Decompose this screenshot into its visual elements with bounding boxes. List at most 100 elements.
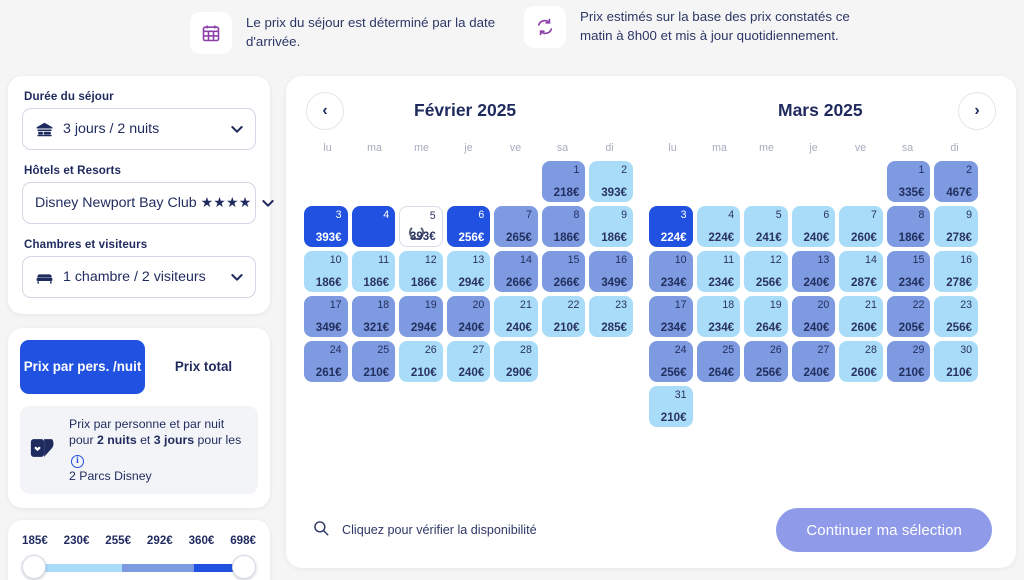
- day-cell-9[interactable]: 9 186€: [589, 206, 633, 247]
- day-cell-25[interactable]: 25 210€: [351, 341, 396, 382]
- day-cell-15[interactable]: 15 234€: [886, 251, 931, 292]
- day-cell-18[interactable]: 18 234€: [696, 296, 741, 337]
- day-cell-22[interactable]: 22 205€: [886, 296, 931, 337]
- duration-value: 3 jours / 2 nuits: [63, 121, 160, 137]
- day-cell-2[interactable]: 2 393€: [589, 161, 633, 202]
- day-price: 186€: [315, 276, 342, 289]
- day-cell-14[interactable]: 14 287€: [839, 251, 883, 292]
- day-cell-31[interactable]: 31 210€: [649, 386, 693, 427]
- price-tick-5: 698€: [230, 534, 256, 548]
- day-price: 240€: [458, 366, 485, 379]
- day-price: 294€: [458, 276, 485, 289]
- day-cell-17[interactable]: 17 234€: [649, 296, 693, 337]
- day-cell-24[interactable]: 24 261€: [304, 341, 348, 382]
- day-cell-6[interactable]: 6 240€: [791, 206, 836, 247]
- day-number: 14: [865, 254, 877, 266]
- day-cell-4[interactable]: 4: [351, 206, 396, 247]
- check-availability-text: Cliquez pour vérifier la disponibilité: [342, 523, 537, 537]
- day-cell-24[interactable]: 24 256€: [649, 341, 693, 382]
- day-cell-20[interactable]: 20 240€: [446, 296, 491, 337]
- day-cell-7[interactable]: 7 260€: [839, 206, 883, 247]
- day-cell-23[interactable]: 23 285€: [589, 296, 633, 337]
- day-cell-2[interactable]: 2 467€: [934, 161, 978, 202]
- day-cell-21[interactable]: 21 240€: [494, 296, 538, 337]
- day-cell-27[interactable]: 27 240€: [446, 341, 491, 382]
- price-range-max-handle[interactable]: [232, 555, 256, 580]
- day-cell-5[interactable]: 5 241€: [744, 206, 788, 247]
- info-icon[interactable]: i: [71, 454, 84, 468]
- month-title-february: Février 2025: [414, 100, 517, 120]
- day-cell-1[interactable]: 1 335€: [886, 161, 931, 202]
- day-cell-11[interactable]: 11 234€: [696, 251, 741, 292]
- day-cell-30[interactable]: 30 210€: [934, 341, 978, 382]
- day-cell-16[interactable]: 16 278€: [934, 251, 978, 292]
- day-price: 256€: [946, 321, 972, 334]
- day-cell-12[interactable]: 12 256€: [744, 251, 788, 292]
- day-price: 186€: [601, 231, 627, 244]
- day-number: 2: [966, 164, 972, 176]
- day-cell-23[interactable]: 23 256€: [934, 296, 978, 337]
- day-cell-27[interactable]: 27 240€: [791, 341, 836, 382]
- day-cell-11[interactable]: 11 186€: [351, 251, 396, 292]
- day-cell-7[interactable]: 7 265€: [494, 206, 538, 247]
- day-cell-19[interactable]: 19 264€: [744, 296, 788, 337]
- day-cell-12[interactable]: 12 186€: [399, 251, 443, 292]
- day-cell-9[interactable]: 9 278€: [934, 206, 978, 247]
- day-cell-8[interactable]: 8 186€: [541, 206, 586, 247]
- day-cell-26[interactable]: 26 210€: [399, 341, 443, 382]
- day-number: 27: [472, 344, 485, 356]
- day-cell-28[interactable]: 28 260€: [839, 341, 883, 382]
- price-range-slider[interactable]: [20, 555, 258, 580]
- day-cell-29[interactable]: 29 210€: [886, 341, 931, 382]
- day-number: 17: [329, 299, 342, 311]
- day-cell-5[interactable]: 5 393€: [399, 206, 443, 247]
- day-number: 25: [377, 344, 390, 356]
- day-cell-empty: [447, 161, 491, 202]
- day-cell-20[interactable]: 20 240€: [791, 296, 836, 337]
- day-price: 210€: [410, 366, 437, 379]
- day-cell-13[interactable]: 13 240€: [791, 251, 836, 292]
- calendar-icon: [190, 12, 232, 54]
- day-cell-10[interactable]: 10 234€: [649, 251, 693, 292]
- day-cell-19[interactable]: 19 294€: [399, 296, 443, 337]
- price-tick-2: 255€: [105, 534, 132, 548]
- day-cell-14[interactable]: 14 266€: [494, 251, 538, 292]
- tab-price-total[interactable]: Prix total: [149, 340, 258, 394]
- next-month-button[interactable]: ›: [958, 92, 996, 130]
- day-cell-17[interactable]: 17 349€: [304, 296, 348, 337]
- day-cell-10[interactable]: 10 186€: [304, 251, 348, 292]
- day-price: 290€: [506, 366, 532, 379]
- hotel-select[interactable]: Disney Newport Bay Club ★★★★: [22, 182, 275, 224]
- weekday-sa: sa: [901, 142, 914, 154]
- rooms-select[interactable]: 1 chambre / 2 visiteurs: [22, 256, 256, 298]
- day-cell-4[interactable]: 4 224€: [696, 206, 741, 247]
- day-cell-15[interactable]: 15 266€: [541, 251, 586, 292]
- duration-select[interactable]: 3 jours / 2 nuits: [22, 108, 256, 150]
- day-cell-25[interactable]: 25 264€: [696, 341, 741, 382]
- day-cell-3[interactable]: 3 393€: [304, 206, 348, 247]
- previous-month-button[interactable]: ‹: [306, 92, 344, 130]
- day-number: 25: [722, 344, 735, 356]
- day-cell-1[interactable]: 1 218€: [541, 161, 586, 202]
- check-availability-link[interactable]: Cliquez pour vérifier la disponibilité: [312, 519, 537, 542]
- continue-selection-button[interactable]: Continuer ma sélection: [776, 508, 992, 552]
- day-cell-26[interactable]: 26 256€: [744, 341, 788, 382]
- day-number: 10: [329, 254, 342, 266]
- day-number: 13: [817, 254, 830, 266]
- day-cell-13[interactable]: 13 294€: [446, 251, 491, 292]
- day-cell-16[interactable]: 16 349€: [589, 251, 633, 292]
- sidebar: Durée du séjour 3 jours / 2 nuits Hôtels…: [8, 76, 275, 580]
- day-cell-6[interactable]: 6 256€: [446, 206, 491, 247]
- day-cell-18[interactable]: 18 321€: [351, 296, 396, 337]
- day-cell-8[interactable]: 8 186€: [886, 206, 931, 247]
- day-cell-3[interactable]: 3 224€: [649, 206, 693, 247]
- day-cell-28[interactable]: 28 290€: [494, 341, 538, 382]
- day-price: 234€: [898, 276, 925, 289]
- day-cell-22[interactable]: 22 210€: [541, 296, 586, 337]
- day-cell-21[interactable]: 21 260€: [839, 296, 883, 337]
- day-number: 17: [674, 299, 687, 311]
- tab-price-per-person[interactable]: Prix par pers. /nuit: [20, 340, 145, 394]
- price-range-min-handle[interactable]: [22, 555, 46, 580]
- day-number: 22: [912, 299, 925, 311]
- day-number: 8: [918, 209, 925, 221]
